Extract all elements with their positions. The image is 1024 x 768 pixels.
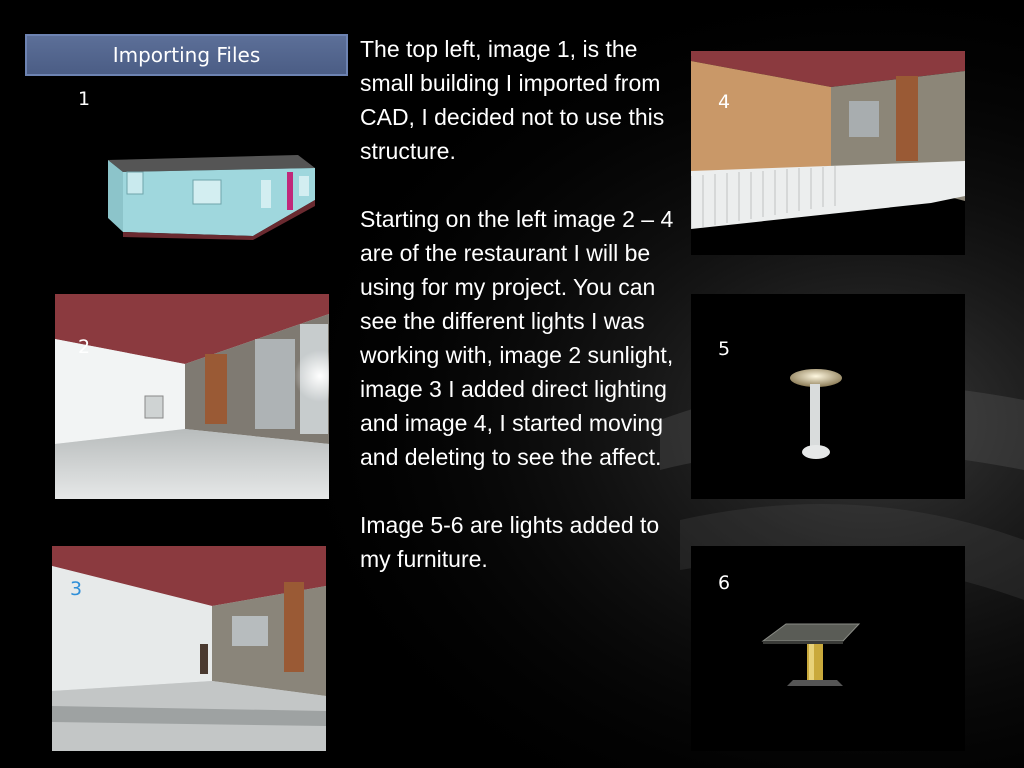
paragraph-1: The top left, image 1, is the small buil… (360, 36, 665, 164)
image-6-table-light (691, 546, 965, 751)
image-1-label: 1 (78, 88, 91, 110)
image-4-restaurant-edited (691, 51, 965, 255)
slide-title: Importing Files (25, 34, 348, 76)
paragraph-2: Starting on the left image 2 – 4 are of … (360, 206, 674, 470)
slide-body: The top left, image 1, is the small buil… (360, 32, 680, 576)
image-6-label: 6 (718, 572, 731, 594)
image-5-label: 5 (718, 338, 731, 360)
image-3-restaurant-direct-lighting (52, 546, 326, 751)
image-2-label: 2 (78, 336, 91, 358)
image-5-stool-light (691, 294, 965, 499)
image-3-label: 3 (70, 578, 83, 600)
paragraph-3: Image 5-6 are lights added to my furnitu… (360, 512, 660, 572)
image-2-restaurant-sunlight (55, 294, 329, 499)
image-4-label: 4 (718, 91, 731, 113)
image-1-building (103, 140, 318, 240)
